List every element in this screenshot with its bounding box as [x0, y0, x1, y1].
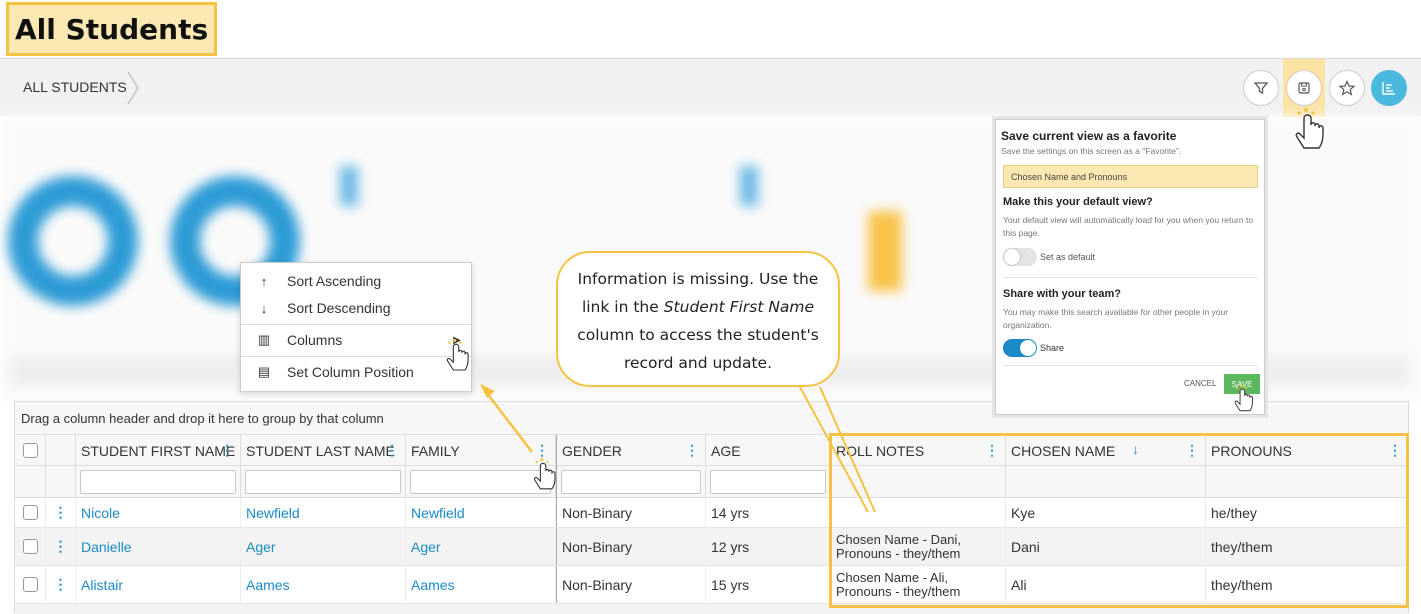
save-favorite-panel: Save current view as a favorite Save the… [995, 119, 1265, 415]
arrow-down-icon: ↓ [260, 300, 268, 316]
filter-cell [241, 466, 406, 498]
filter-cell [76, 466, 241, 498]
filter-cell [15, 466, 46, 498]
page-title-highlight: All Students [6, 2, 218, 56]
filter-icon [1253, 82, 1269, 95]
page-title: All Students [15, 12, 209, 46]
blurred-bar [340, 166, 358, 206]
cell-family[interactable]: Aames [406, 566, 556, 603]
breadcrumb-chevron-icon [127, 71, 139, 105]
filter-button[interactable] [1243, 70, 1279, 106]
row-actions-header [46, 435, 76, 466]
favorite-name-input[interactable]: Chosen Name and Pronouns [1003, 165, 1258, 188]
blurred-bar [868, 211, 902, 291]
row-actions-cell: ⋮ [46, 566, 76, 603]
chart-icon [1382, 82, 1395, 95]
row-checkbox[interactable] [22, 505, 38, 520]
columns-highlight-box [829, 433, 1409, 608]
filter-cell [706, 466, 831, 498]
filter-input-gender[interactable] [561, 470, 701, 494]
cell-first-name[interactable]: Alistair [76, 566, 241, 603]
hand-pointer-icon [533, 458, 556, 490]
default-toggle[interactable] [1003, 248, 1037, 266]
row-select-cell [15, 528, 46, 565]
default-toggle-row: Set as default [1003, 248, 1095, 266]
row-select-cell [15, 498, 46, 527]
menu-item-set-column-position[interactable]: ▤ Set Column Position [241, 359, 471, 385]
menu-item-sort-descending[interactable]: ↓ Sort Descending [241, 295, 471, 321]
star-icon [1339, 80, 1355, 96]
column-header-gender[interactable]: GENDER ⋮ [556, 435, 706, 466]
chart-button[interactable] [1371, 70, 1407, 106]
hand-pointer-icon [446, 338, 469, 371]
hand-pointer-icon [1295, 108, 1324, 149]
divider [1003, 365, 1258, 366]
default-heading: Make this your default view? [1003, 196, 1153, 208]
column-header-age[interactable]: AGE [706, 435, 831, 466]
cell-gender: Non-Binary [556, 498, 706, 527]
row-actions-cell: ⋮ [46, 528, 76, 565]
menu-item-columns[interactable]: ▥ Columns ▶ [241, 327, 471, 353]
filter-cell [46, 466, 76, 498]
menu-divider [241, 324, 471, 325]
filter-cell [556, 466, 706, 498]
row-menu-icon[interactable]: ⋮ [54, 576, 68, 593]
columns-icon: ▥ [257, 332, 271, 347]
column-position-icon: ▤ [257, 364, 271, 379]
column-header-last-name[interactable]: STUDENT LAST NAME ⋮ [241, 435, 406, 466]
arrow-up-icon: ↑ [260, 273, 268, 289]
column-menu-icon[interactable]: ⋮ [220, 442, 234, 459]
callout-line: link in the Student First Name [581, 298, 815, 316]
share-heading: Share with your team? [1003, 288, 1121, 300]
row-menu-icon[interactable]: ⋮ [54, 538, 68, 555]
cell-last-name[interactable]: Ager [241, 528, 406, 565]
select-all-checkbox[interactable] [23, 443, 38, 458]
share-toggle-row: Share [1003, 339, 1064, 357]
toolbar: ALL STUDENTS [0, 58, 1421, 117]
blurred-bar [740, 166, 758, 206]
share-toggle[interactable] [1003, 339, 1037, 357]
cell-family[interactable]: Ager [406, 528, 556, 565]
column-menu-icon[interactable]: ⋮ [685, 442, 699, 459]
cell-first-name[interactable]: Danielle [76, 528, 241, 565]
select-all-cell [15, 435, 46, 466]
cell-last-name[interactable]: Aames [241, 566, 406, 603]
row-checkbox[interactable] [22, 539, 38, 554]
column-menu-icon[interactable]: ⋮ [385, 442, 399, 459]
cell-gender: Non-Binary [556, 566, 706, 603]
filter-input-family[interactable] [410, 470, 551, 494]
column-context-menu: ↑ Sort Ascending ↓ Sort Descending ▥ Column… [240, 262, 472, 392]
favorites-button[interactable] [1329, 70, 1365, 106]
cell-age: 14 yrs [706, 498, 831, 527]
row-select-cell [15, 566, 46, 603]
cell-age: 15 yrs [706, 566, 831, 603]
breadcrumb[interactable]: ALL STUDENTS [23, 79, 127, 95]
info-callout: Information is missing. Use the link in … [556, 251, 840, 387]
row-actions-cell: ⋮ [46, 498, 76, 527]
cancel-button[interactable]: CANCEL [1184, 379, 1216, 388]
cell-last-name[interactable]: Newfield [241, 498, 406, 527]
divider [1003, 277, 1258, 278]
blurred-chart [8, 176, 138, 306]
row-menu-icon[interactable]: ⋮ [54, 504, 68, 521]
menu-divider [241, 356, 471, 357]
cell-gender: Non-Binary [556, 528, 706, 565]
save-icon [1298, 82, 1310, 94]
cell-first-name[interactable]: Nicole [76, 498, 241, 527]
menu-item-sort-ascending[interactable]: ↑ Sort Ascending [241, 268, 471, 294]
cell-family[interactable]: Newfield [406, 498, 556, 527]
row-checkbox[interactable] [22, 577, 38, 592]
save-favorite-button[interactable] [1286, 70, 1322, 106]
filter-input-first-name[interactable] [80, 470, 236, 494]
panel-title: Save current view as a favorite [1001, 129, 1177, 143]
cell-age: 12 yrs [706, 528, 831, 565]
filter-input-age[interactable] [710, 470, 826, 494]
filter-input-last-name[interactable] [245, 470, 401, 494]
hand-pointer-icon [1234, 384, 1253, 412]
column-header-first-name[interactable]: STUDENT FIRST NAME ⋮ [76, 435, 241, 466]
